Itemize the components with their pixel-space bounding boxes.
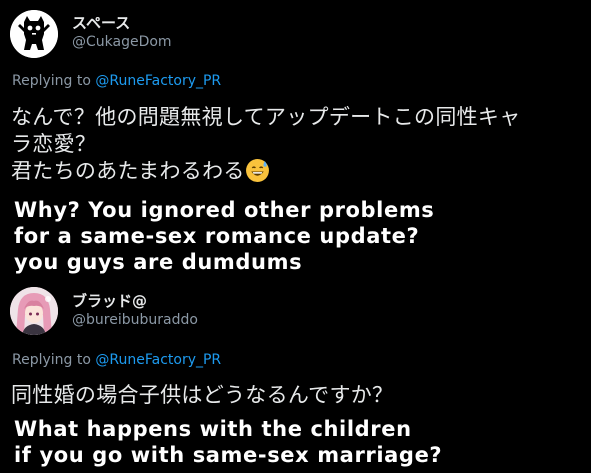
tweet-text-line: なんで？他の問題無視してアップデートこの同性キャ — [11, 105, 521, 129]
replying-to-label: Replying to — [12, 352, 91, 368]
translation-line: you guys are dumdums — [14, 250, 303, 274]
tweet-text-line: ラ恋愛？ — [11, 132, 97, 156]
translation-line: Why? You ignored other problems — [14, 198, 435, 222]
anime-girl-avatar-icon — [10, 287, 58, 335]
cat-mascot-icon — [10, 10, 58, 58]
display-name[interactable]: ブラッド@ — [72, 290, 147, 311]
reply-post[interactable]: スペース @CukageDom Replying to @RuneFactory… — [0, 0, 591, 280]
grinning-face-with-sweat-icon — [245, 158, 270, 190]
avatar[interactable] — [10, 287, 58, 335]
avatar[interactable] — [10, 10, 58, 58]
replying-to-line: Replying to @RuneFactory_PR — [12, 73, 221, 89]
replying-to-line: Replying to @RuneFactory_PR — [12, 352, 221, 368]
translation-line: if you go with same-sex marriage? — [14, 443, 443, 467]
tweet-text-line: 君たちのあたまわるわる — [11, 158, 521, 190]
translation-line: for a same-sex romance update? — [14, 224, 420, 248]
tweet-text: なんで？他の問題無視してアップデートこの同性キャ ラ恋愛？ 君たちのあたまわるわ… — [11, 104, 521, 190]
tweet-text: 同性婚の場合子供はどうなるんですか？ — [11, 382, 393, 409]
replying-to-label: Replying to — [12, 73, 91, 89]
translation-line: What happens with the children — [14, 417, 412, 441]
tweet-text-line: 同性婚の場合子供はどうなるんですか？ — [11, 383, 394, 407]
display-name[interactable]: スペース — [72, 12, 130, 33]
translation-caption: Why? You ignored other problems for a sa… — [14, 197, 434, 275]
user-handle[interactable]: @bureibuburaddo — [72, 312, 198, 328]
replying-to-link[interactable]: @RuneFactory_PR — [95, 73, 221, 89]
replying-to-link[interactable]: @RuneFactory_PR — [95, 352, 221, 368]
translation-caption: What happens with the children if you go… — [14, 416, 442, 468]
user-handle[interactable]: @CukageDom — [72, 34, 172, 50]
